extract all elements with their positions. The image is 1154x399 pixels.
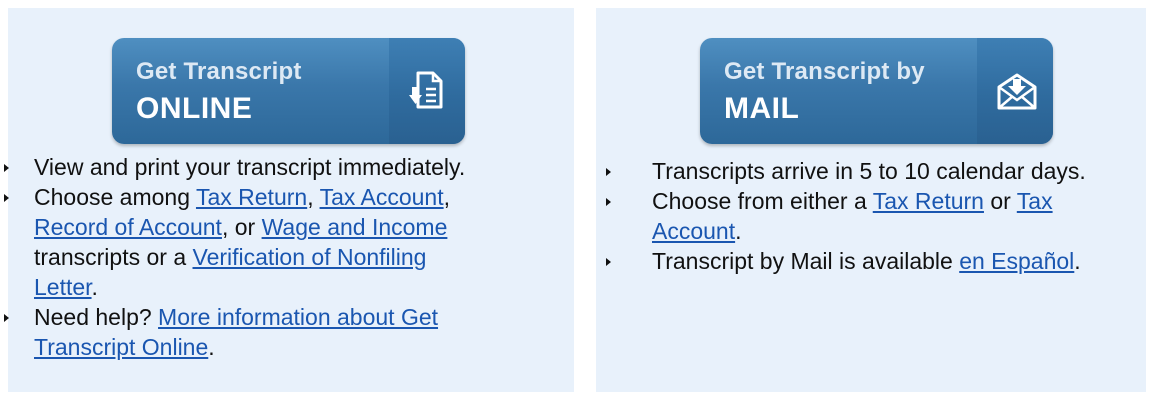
- document-download-icon: [409, 71, 443, 109]
- wage-and-income-link[interactable]: Wage and Income: [262, 214, 448, 240]
- mail-feature-list: Transcripts arrive in 5 to 10 calendar d…: [606, 156, 1086, 276]
- bullet-icon: [4, 314, 9, 322]
- button-icon-area: [389, 38, 465, 144]
- envelope-download-icon: [997, 73, 1037, 110]
- list-item: Transcripts arrive in 5 to 10 calendar d…: [606, 156, 1086, 186]
- tax-account-link[interactable]: Tax Account: [320, 184, 444, 210]
- item-text: .: [208, 334, 215, 360]
- button-subtitle: MAIL: [724, 92, 800, 125]
- item-text: Need help?: [34, 304, 159, 330]
- button-title: Get Transcript by: [724, 58, 925, 85]
- item-text: ,: [307, 184, 320, 210]
- tax-return-link[interactable]: Tax Return: [873, 188, 984, 214]
- button-icon-area: [977, 38, 1053, 144]
- item-text: .: [1074, 248, 1081, 274]
- item-text: Choose among: [34, 184, 196, 210]
- bullet-icon: [606, 198, 611, 206]
- bullet-icon: [4, 164, 9, 172]
- item-text: ,: [443, 184, 450, 210]
- list-item: Need help? More information about Get Tra…: [4, 302, 465, 362]
- item-text: or: [983, 188, 1017, 214]
- en-espanol-link[interactable]: en Español: [959, 248, 1074, 274]
- list-item: Transcript by Mail is available en Españ…: [606, 246, 1086, 276]
- button-subtitle: ONLINE: [136, 92, 253, 125]
- item-text: Transcripts arrive in 5 to 10 calendar d…: [652, 158, 1086, 184]
- item-text: Transcript by Mail is available: [652, 248, 960, 274]
- button-title: Get Transcript: [136, 58, 302, 85]
- list-item: View and print your transcript immediate…: [4, 152, 466, 182]
- get-transcript-online-button[interactable]: Get Transcript ONLINE: [112, 38, 465, 144]
- item-text: Choose from either a: [652, 188, 873, 214]
- get-transcript-by-mail-button[interactable]: Get Transcript by MAIL: [700, 38, 1053, 144]
- list-item: Choose among Tax Return, Tax Account, Re…: [4, 182, 465, 302]
- item-text: View and print your transcript immediate…: [34, 154, 466, 180]
- item-text: .: [91, 274, 98, 300]
- item-text: .: [735, 218, 742, 244]
- link-part: Verification of Nonfiling: [192, 244, 427, 270]
- bullet-icon: [4, 194, 9, 202]
- item-text: , or: [221, 214, 262, 240]
- online-feature-list: View and print your transcript immediate…: [4, 152, 466, 362]
- bullet-icon: [606, 258, 611, 266]
- item-text: transcripts or a: [34, 244, 193, 270]
- tax-return-link[interactable]: Tax Return: [196, 184, 307, 210]
- get-transcript-mail-panel: Get Transcript by MAIL Transcripts arriv…: [596, 8, 1146, 392]
- list-item: Choose from either a Tax Return or Tax Ac…: [606, 186, 1086, 246]
- record-of-account-link[interactable]: Record of Account: [34, 214, 222, 240]
- get-transcript-online-panel: Get Transcript ONLINE View and print you…: [4, 8, 574, 392]
- bullet-icon: [606, 168, 611, 176]
